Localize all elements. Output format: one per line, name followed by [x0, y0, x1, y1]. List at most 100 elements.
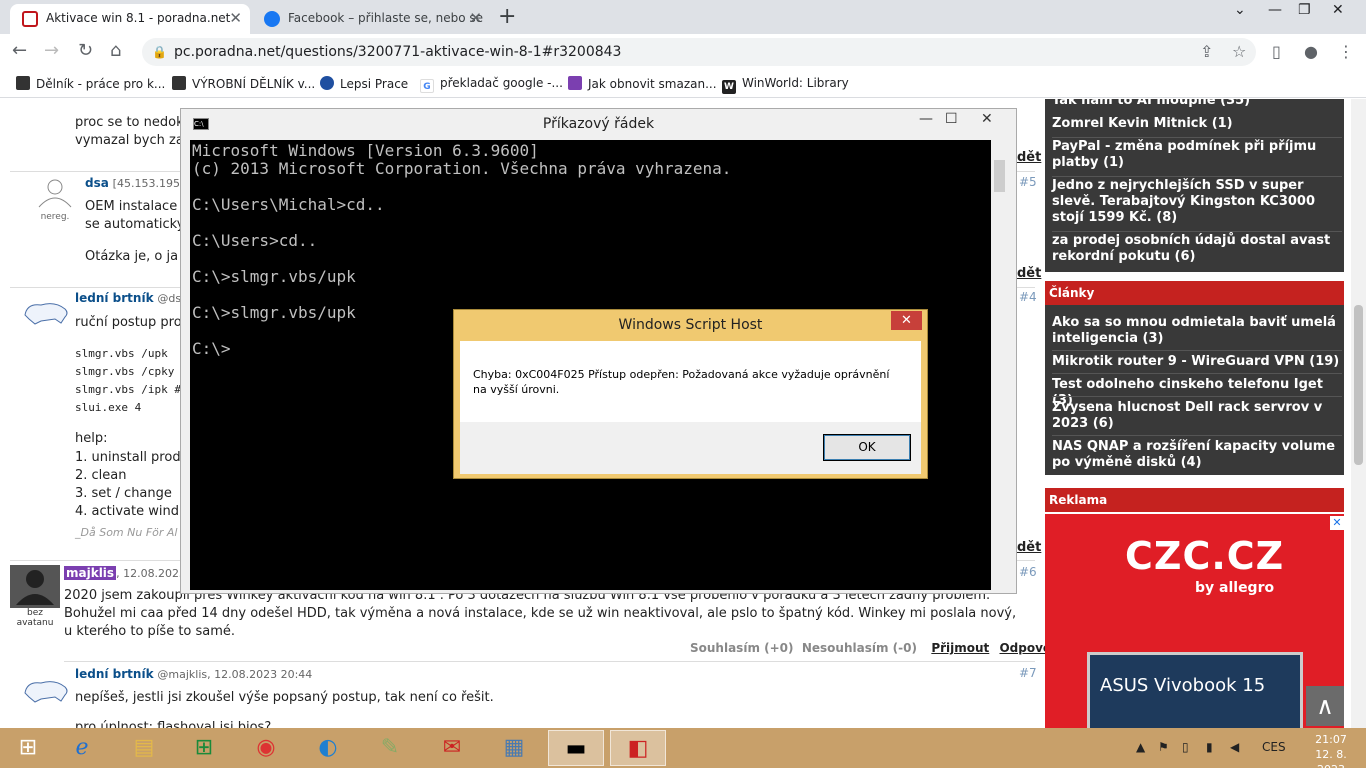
dialog-footer: OK — [460, 422, 921, 474]
reply-link[interactable]: dět — [1017, 150, 1041, 165]
paint-icon[interactable]: ✎ — [362, 730, 418, 766]
bookmark-item[interactable]: Gpřekladač google -... — [420, 76, 563, 93]
internet-explorer-icon[interactable]: ℯ — [54, 730, 110, 766]
close-tab-icon[interactable]: ✕ — [229, 4, 242, 32]
store-icon[interactable]: ⊞ — [176, 730, 232, 766]
control-panel-icon[interactable]: ▦ — [486, 730, 542, 766]
user-silhouette-icon — [38, 179, 72, 208]
avatar — [20, 297, 72, 329]
back-icon[interactable]: ← — [12, 40, 27, 61]
news-item[interactable]: Tak nám to AI hloupne (35) — [1052, 99, 1340, 109]
tab-poradna[interactable]: Aktivace win 8.1 - poradna.net ✕ — [10, 4, 250, 34]
close-icon[interactable]: ✕ — [981, 111, 993, 127]
show-hidden-icons[interactable]: ▲ — [1136, 740, 1145, 754]
mail-icon[interactable]: ✉ — [424, 730, 480, 766]
taskbar: ⊞ ℯ ▤ ⊞ ◉ ◐ ✎ ✉ ▦ ▬ ◧ ▲ ⚑ ▯ ▮ ◀ CES 21:0… — [0, 728, 1366, 776]
bookmark-item[interactable]: VÝROBNÍ DĚLNÍK v... — [172, 76, 315, 91]
author-link[interactable]: lední brtník — [75, 291, 154, 305]
article-item[interactable]: Ako sa so mnou odmietala baviť umelá int… — [1052, 315, 1340, 347]
bookmark-item[interactable]: Dělník - práce pro k... — [16, 76, 165, 91]
navigation-bar: ← → ↻ ⌂ 🔒 pc.poradna.net/questions/32007… — [0, 34, 1366, 70]
lock-icon: 🔒 — [152, 45, 167, 59]
post-number[interactable]: #4 — [1019, 290, 1037, 304]
edge-icon[interactable]: ◐ — [300, 730, 356, 766]
article-item[interactable]: NAS QNAP a rozšíření kapacity volume po … — [1052, 439, 1340, 471]
home-icon[interactable]: ⌂ — [110, 40, 121, 61]
news-item[interactable]: Jedno z nejrychlejších SSD v super slevě… — [1052, 178, 1340, 226]
chrome-icon[interactable]: ◉ — [238, 730, 294, 766]
scrollbar-thumb[interactable] — [1354, 305, 1363, 465]
minimize-icon[interactable]: — — [919, 111, 933, 127]
tab-search-icon[interactable]: ⌄ — [1234, 2, 1246, 18]
bookmark-star-icon[interactable]: ☆ — [1232, 42, 1246, 61]
avatar: bez avatanu — [10, 565, 60, 628]
close-icon[interactable]: ✕ — [891, 311, 922, 330]
divider — [1052, 373, 1342, 374]
post-text: u kterého to píše to samé. — [64, 624, 236, 639]
volume-icon[interactable]: ◀ — [1230, 740, 1239, 754]
post-text: 1. uninstall prod — [75, 450, 181, 465]
share-icon[interactable]: ⇪ — [1200, 42, 1213, 61]
tab-facebook[interactable]: Facebook – přihlaste se, nebo se ✕ — [252, 4, 490, 34]
articles-box: Ako sa so mnou odmietala baviť umelá int… — [1045, 305, 1344, 475]
scroll-to-top-button[interactable]: ∧ — [1306, 686, 1344, 726]
author-link[interactable]: dsa — [85, 176, 109, 190]
start-windows-icon[interactable]: ⊞ — [0, 730, 56, 766]
maximize-icon[interactable]: ☐ — [945, 111, 958, 127]
post-text: Bohužel mi caa před 14 dny odešel HDD, t… — [64, 606, 1017, 621]
polar-bear-icon — [24, 303, 68, 325]
address-bar[interactable]: 🔒 pc.poradna.net/questions/3200771-aktiv… — [142, 38, 1256, 66]
reply-link[interactable]: dět — [1017, 266, 1041, 281]
winworld-icon: W — [722, 80, 736, 94]
post-number[interactable]: #5 — [1019, 175, 1037, 189]
bookmark-item[interactable]: W WinWorld: Library — [722, 76, 849, 94]
article-item[interactable]: Zvysena hlucnost Dell rack servrov v 202… — [1052, 400, 1340, 432]
dialog-title: Windows Script Host — [618, 317, 763, 333]
menu-icon[interactable]: ⋮ — [1338, 42, 1354, 61]
side-panel-icon[interactable]: ▯ — [1272, 42, 1281, 61]
command-prompt-taskbar-icon[interactable]: ▬ — [548, 730, 604, 766]
new-tab-button[interactable]: + — [498, 4, 516, 29]
author-link[interactable]: majklis — [64, 566, 117, 580]
author-link[interactable]: lední brtník — [75, 667, 154, 681]
code-line: slmgr.vbs /cpky — [75, 365, 175, 378]
ad-close-icon[interactable]: ✕ — [1330, 516, 1344, 530]
article-item[interactable]: Mikrotik router 9 - WireGuard VPN (19) — [1052, 354, 1340, 370]
forward-icon[interactable]: → — [44, 40, 59, 61]
code-line: slmgr.vbs /upk — [75, 347, 168, 360]
code-line: slmgr.vbs /ipk # — [75, 383, 181, 396]
profile-icon[interactable]: ● — [1304, 42, 1318, 61]
post-header: lední brtník @dsa — [75, 291, 188, 305]
language-indicator[interactable]: CES — [1262, 740, 1286, 754]
ad-laptop-image: ASUS Vivobook 15 — [1087, 652, 1303, 728]
divider — [1052, 176, 1342, 177]
ok-button[interactable]: OK — [823, 434, 911, 461]
script-host-taskbar-icon[interactable]: ◧ — [610, 730, 666, 766]
minimize-icon[interactable]: — — [1268, 2, 1282, 18]
news-item[interactable]: Zomrel Kevin Mitnick (1) — [1052, 116, 1340, 132]
advertisement-banner[interactable]: CZC.CZ by allegro ✕ ASUS Vivobook 15 — [1045, 514, 1344, 728]
news-item[interactable]: PayPal - změna podmínek při příjmu platb… — [1052, 139, 1340, 171]
console-scrollbar[interactable] — [991, 140, 1008, 590]
flag-icon[interactable]: ⚑ — [1158, 740, 1169, 754]
file-explorer-icon[interactable]: ▤ — [116, 730, 172, 766]
close-window-icon[interactable]: ✕ — [1332, 2, 1344, 18]
reply-link[interactable]: dět — [1017, 540, 1041, 555]
network-icon[interactable]: ▮ — [1206, 740, 1213, 754]
restore-icon[interactable]: ❐ — [1298, 2, 1311, 18]
post-text: 2. clean — [75, 468, 127, 483]
post-number[interactable]: #6 — [1019, 565, 1037, 579]
page-scrollbar[interactable] — [1351, 99, 1366, 728]
accept-link[interactable]: Přijmout — [931, 641, 989, 655]
disagree-button[interactable]: Nesouhlasím (-0) — [802, 641, 917, 655]
scrollbar-thumb[interactable] — [994, 160, 1005, 192]
bookmark-item[interactable]: Lepsi Prace — [320, 76, 408, 91]
bookmark-item[interactable]: Jak obnovit smazan... — [568, 76, 717, 91]
post-number[interactable]: #7 — [1019, 666, 1037, 680]
battery-icon[interactable]: ▯ — [1182, 740, 1189, 754]
reload-icon[interactable]: ↻ — [78, 40, 93, 61]
agree-button[interactable]: Souhlasím (+0) — [690, 641, 794, 655]
news-item[interactable]: za prodej osobních údajů dostal avast re… — [1052, 233, 1340, 265]
clock[interactable]: 21:07 12. 8. 2023 — [1300, 732, 1362, 777]
close-tab-icon[interactable]: ✕ — [469, 4, 482, 32]
